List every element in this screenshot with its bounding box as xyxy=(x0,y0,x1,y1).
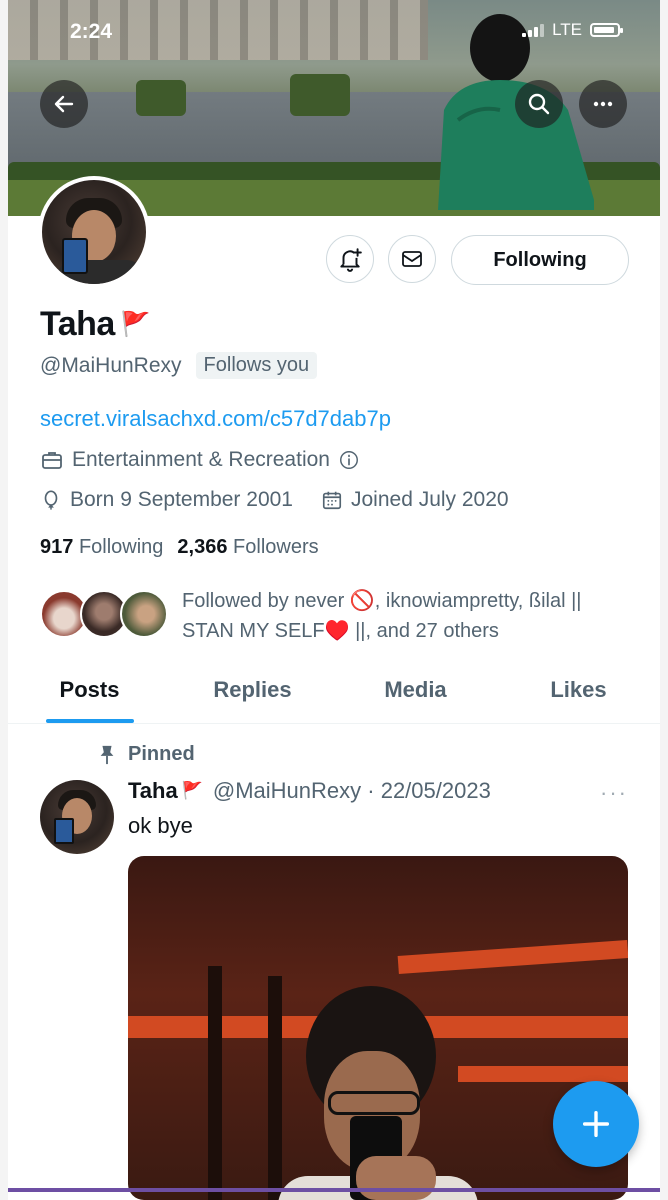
pinned-label: Pinned xyxy=(128,743,195,765)
tab-replies[interactable]: Replies xyxy=(171,665,334,723)
handle-row: @MaiHunRexy Follows you xyxy=(40,352,318,379)
post-avatar[interactable] xyxy=(40,780,114,854)
image-person-hand xyxy=(356,1156,436,1200)
banner-person xyxy=(438,14,594,210)
image-pole xyxy=(268,976,282,1200)
post-author-name: Taha xyxy=(128,778,178,803)
followers-count[interactable]: 2,366 Followers xyxy=(177,536,318,559)
red-flag-emoji: 🚩 xyxy=(181,781,203,800)
avatar-phone xyxy=(62,238,88,274)
balloon-icon xyxy=(44,490,58,510)
post-header: Taha 🚩 @MaiHunRexy · 22/05/2023 xyxy=(128,778,491,804)
more-button[interactable] xyxy=(579,80,627,128)
following-count-label: Following xyxy=(78,536,164,558)
profile-tabs: Posts Replies Media Likes xyxy=(8,665,660,724)
following-button[interactable]: Following xyxy=(451,235,629,285)
profile-name-text: Taha xyxy=(40,305,115,343)
category-label: Entertainment & Recreation xyxy=(72,448,330,471)
post-handle-date: @MaiHunRexy · 22/05/2023 xyxy=(212,778,491,803)
compose-button[interactable] xyxy=(553,1081,639,1167)
category-row: Entertainment & Recreation xyxy=(40,448,360,472)
post-image[interactable] xyxy=(128,856,628,1200)
bottom-edge xyxy=(8,1188,660,1192)
status-time: 2:24 xyxy=(70,20,113,43)
followers-count-label: Followers xyxy=(233,536,319,558)
battery-icon xyxy=(590,23,623,37)
back-button[interactable] xyxy=(40,80,88,128)
network-label: LTE xyxy=(552,20,582,39)
post-avatar-phone xyxy=(54,818,74,844)
followed-by[interactable]: Followed by never 🚫, iknowiampretty, ßil… xyxy=(40,586,632,646)
briefcase-icon xyxy=(42,452,62,469)
arrow-left-icon xyxy=(54,95,74,113)
post-more-button[interactable]: ··· xyxy=(600,780,628,806)
following-count[interactable]: 917 Following xyxy=(40,536,163,559)
mail-icon xyxy=(402,251,422,267)
dates-row: Born 9 September 2001 Joined July 2020 xyxy=(40,488,509,512)
tab-likes[interactable]: Likes xyxy=(497,665,660,723)
born-label: Born 9 September 2001 xyxy=(70,488,293,511)
post-text: ok bye xyxy=(128,813,193,838)
following-count-value: 917 xyxy=(40,536,74,558)
joined-label: Joined July 2020 xyxy=(350,488,509,511)
tab-posts[interactable]: Posts xyxy=(8,665,171,723)
website-link[interactable]: secret.viralsachxd.com/c57d7dab7p xyxy=(40,406,391,432)
follows-you-badge: Follows you xyxy=(195,352,318,379)
image-pole xyxy=(208,966,222,1200)
image-stripe xyxy=(397,939,628,975)
followed-by-text: Followed by never 🚫, iknowiampretty, ßil… xyxy=(182,590,582,642)
message-button[interactable] xyxy=(388,235,436,283)
notifications-button[interactable] xyxy=(326,235,374,283)
image-person-glasses xyxy=(328,1091,420,1115)
follower-avatar xyxy=(120,590,168,638)
follow-counts: 917 Following 2,366 Followers xyxy=(40,536,319,559)
post-author[interactable]: Taha 🚩 xyxy=(128,778,203,804)
image-stripe xyxy=(458,1066,628,1082)
tab-media[interactable]: Media xyxy=(334,665,497,723)
more-horizontal-icon xyxy=(593,101,613,107)
bell-plus-icon xyxy=(340,248,362,272)
status-indicators: LTE xyxy=(522,20,623,40)
calendar-icon xyxy=(322,491,342,510)
red-flag-emoji: 🚩 xyxy=(120,311,151,338)
pinned-indicator: Pinned xyxy=(98,743,195,766)
plus-icon xyxy=(582,1110,610,1138)
search-button[interactable] xyxy=(515,80,563,128)
search-icon xyxy=(528,93,550,115)
banner-hedge xyxy=(290,74,350,116)
profile-name: Taha 🚩 xyxy=(40,305,151,344)
info-icon[interactable] xyxy=(338,449,360,471)
pin-icon xyxy=(100,745,114,764)
profile-avatar[interactable] xyxy=(38,176,150,288)
profile-handle: @MaiHunRexy xyxy=(40,353,182,377)
followers-count-value: 2,366 xyxy=(177,536,228,558)
followed-by-avatars xyxy=(40,586,170,642)
signal-icon xyxy=(522,23,545,37)
profile-screen: 2:24 LTE Following Taha 🚩 @MaiHunRexy Fo… xyxy=(8,0,660,1200)
banner-hedge xyxy=(136,80,186,116)
